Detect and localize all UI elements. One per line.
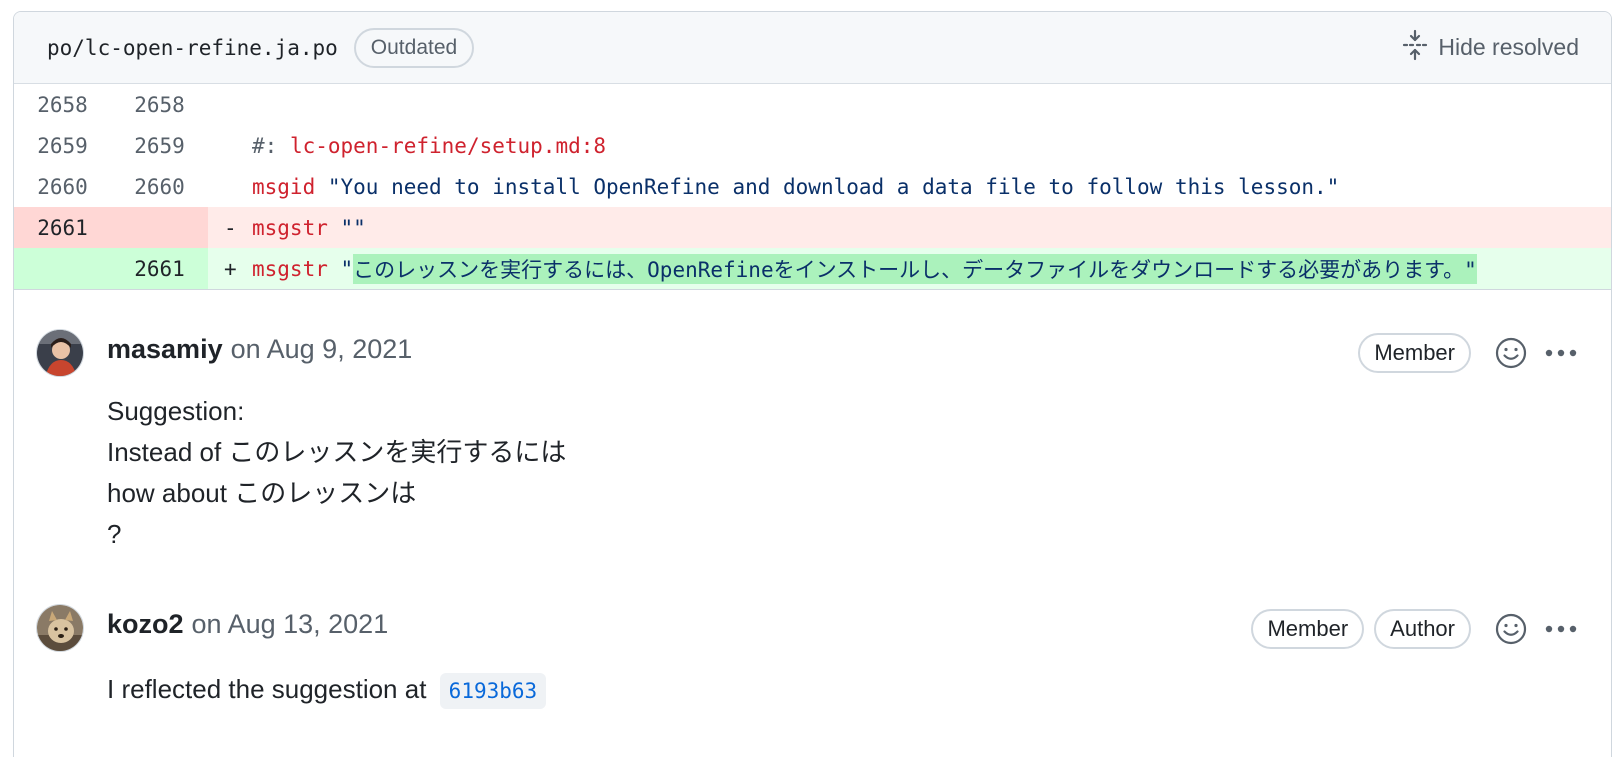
- review-thread-panel: po/lc-open-refine.ja.po Outdated Hide re…: [13, 11, 1612, 757]
- diff-marker: [224, 93, 252, 117]
- code-comment-prefix: #:: [252, 133, 290, 158]
- kebab-horizontal-icon[interactable]: [1541, 609, 1581, 649]
- diff-code: + msgstr " このレッスンを実行するには、OpenRefineをインストール…: [208, 248, 1611, 289]
- fold-icon: [1402, 29, 1428, 67]
- code-keyword: msgstr: [252, 256, 328, 281]
- comment-body: Suggestion: Instead of このレッスンを実行するには how…: [107, 391, 566, 555]
- comment-body: I reflected the suggestion at 6193b63: [107, 669, 547, 712]
- old-line-number[interactable]: 2660: [14, 166, 111, 207]
- code-added-highlight: このレッスンを実行するには、OpenRefineをインストールし、データファイル…: [353, 253, 1477, 284]
- comment-line: how about このレッスンは: [107, 478, 417, 508]
- diff-code: msgid "You need to install OpenRefine an…: [208, 166, 1611, 207]
- comment-header: kozo2 on Aug 13, 2021: [107, 609, 388, 640]
- review-comment: masamiy on Aug 9, 2021 Member Suggestion…: [14, 290, 1611, 570]
- avatar[interactable]: [36, 329, 84, 377]
- comment-actions: Member: [1358, 333, 1581, 373]
- new-line-number[interactable]: [111, 207, 208, 248]
- diff-row: 2660 2660 msgid "You need to install Ope…: [14, 166, 1611, 207]
- old-line-number[interactable]: 2659: [14, 125, 111, 166]
- comment-header: masamiy on Aug 9, 2021: [107, 334, 412, 365]
- smiley-icon[interactable]: [1491, 609, 1531, 649]
- hide-resolved-label: Hide resolved: [1438, 34, 1579, 60]
- comment-date[interactable]: on Aug 13, 2021: [192, 609, 389, 640]
- comment-author[interactable]: kozo2: [107, 609, 184, 640]
- diff-row: 2659 2659 #: lc-open-refine/setup.md:8: [14, 125, 1611, 166]
- diff-code: - msgstr "": [208, 207, 1611, 248]
- diff-marker: -: [224, 215, 237, 240]
- new-line-number[interactable]: 2660: [111, 166, 208, 207]
- new-line-number[interactable]: 2659: [111, 125, 208, 166]
- old-line-number[interactable]: [14, 248, 111, 289]
- smiley-icon[interactable]: [1491, 333, 1531, 373]
- comment-line: Instead of このレッスンを実行するには: [107, 437, 567, 467]
- code-keyword: lc-open-refine/setup.md:8: [289, 133, 607, 158]
- code-string: "You need to install OpenRefine and down…: [315, 174, 1340, 199]
- code-string: ": [327, 256, 354, 281]
- comment-line: Suggestion:: [107, 396, 245, 426]
- file-path[interactable]: po/lc-open-refine.ja.po: [47, 36, 338, 60]
- member-badge: Member: [1358, 333, 1471, 373]
- comment-actions: Member Author: [1251, 609, 1581, 649]
- avatar[interactable]: [36, 604, 84, 652]
- comment-date[interactable]: on Aug 9, 2021: [231, 334, 413, 365]
- file-header: po/lc-open-refine.ja.po Outdated Hide re…: [14, 12, 1611, 84]
- diff-code: [208, 84, 1611, 125]
- outdated-badge: Outdated: [353, 27, 475, 68]
- kebab-horizontal-icon[interactable]: [1541, 333, 1581, 373]
- diff-row-added: 2661 + msgstr " このレッスンを実行するには、OpenRefineをイ…: [14, 248, 1611, 289]
- author-badge: Author: [1374, 609, 1471, 649]
- review-comment: kozo2 on Aug 13, 2021 Member Author I re…: [14, 587, 1611, 757]
- diff-marker: +: [224, 256, 237, 281]
- diff-table: 2658 2658 2659 2659 #: lc-open-refine/se…: [14, 84, 1611, 290]
- diff-marker: [224, 175, 252, 199]
- diff-row-deleted: 2661 - msgstr "": [14, 207, 1611, 248]
- code-keyword: msgstr: [252, 215, 328, 240]
- diff-marker: [224, 134, 252, 158]
- old-line-number[interactable]: 2658: [14, 84, 111, 125]
- comment-author[interactable]: masamiy: [107, 334, 223, 365]
- comment-line: ?: [107, 519, 122, 549]
- commit-link[interactable]: 6193b63: [439, 673, 547, 709]
- comment-text: I reflected the suggestion at: [107, 674, 427, 704]
- new-line-number[interactable]: 2661: [111, 248, 208, 289]
- hide-resolved-button[interactable]: Hide resolved: [1402, 29, 1579, 67]
- code-string: "": [327, 215, 366, 240]
- diff-row: 2658 2658: [14, 84, 1611, 125]
- new-line-number[interactable]: 2658: [111, 84, 208, 125]
- code-keyword: msgid: [252, 174, 316, 199]
- diff-code: #: lc-open-refine/setup.md:8: [208, 125, 1611, 166]
- member-badge: Member: [1251, 609, 1365, 649]
- old-line-number[interactable]: 2661: [14, 207, 111, 248]
